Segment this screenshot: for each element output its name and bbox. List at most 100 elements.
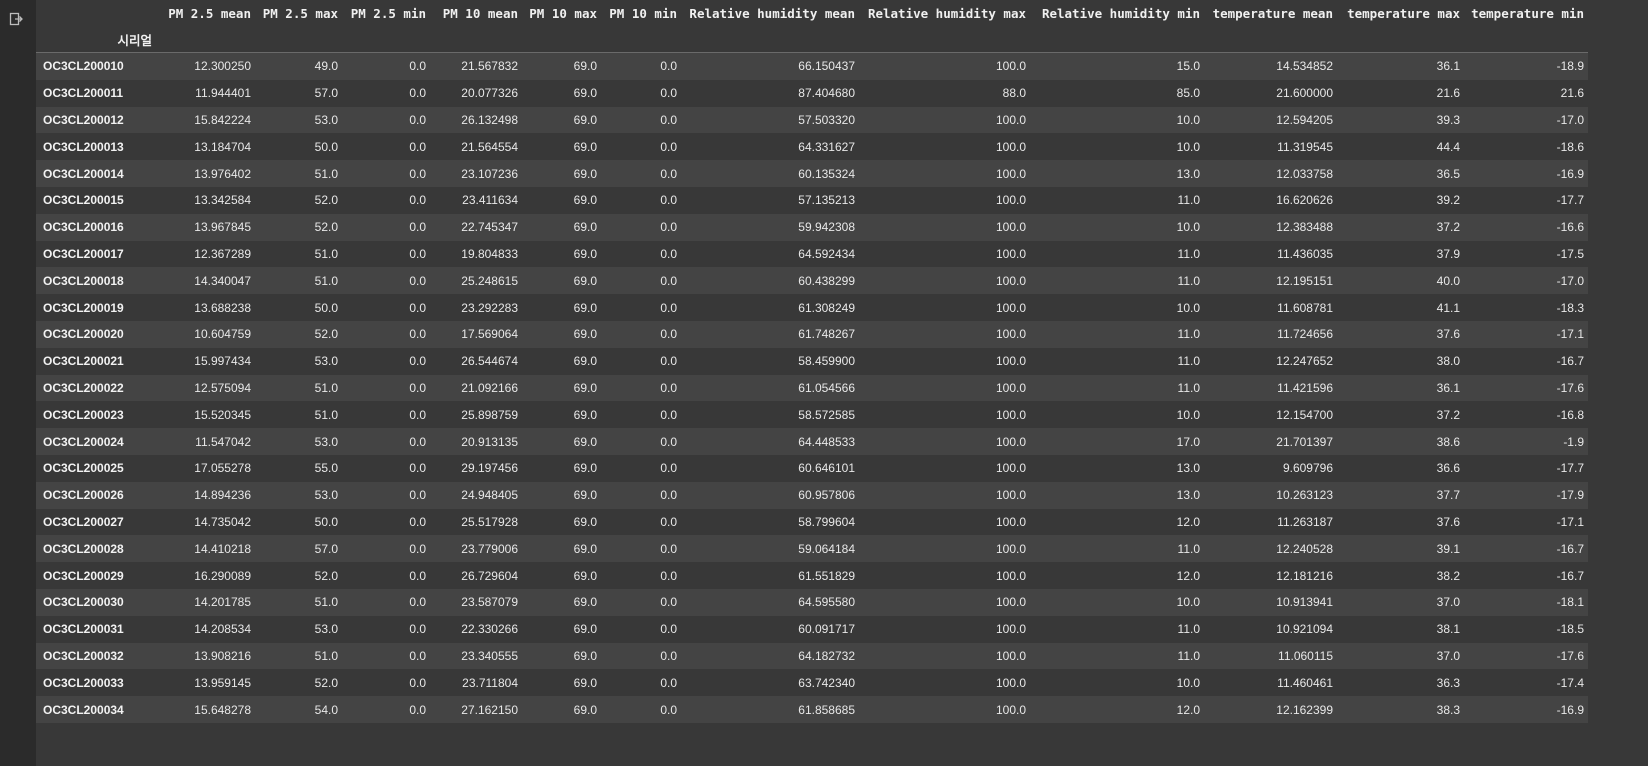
- table-cell: 61.748267: [798, 327, 855, 342]
- table-cell: 0.0: [660, 541, 677, 556]
- column-header: PM 2.5 max: [255, 0, 342, 26]
- row-index-label: OC3CL200027: [43, 514, 124, 529]
- table-cell: -18.6: [1556, 139, 1584, 154]
- table-cell: -17.5: [1556, 246, 1584, 261]
- table-row: OC3CL200026 14.894236 53.0 0.0 24.948405 69.0…: [36, 481, 1588, 509]
- index-corner-header: [36, 0, 156, 26]
- table-cell: 16.290089: [194, 568, 251, 583]
- table-cell: 36.6: [1436, 461, 1460, 476]
- dataframe-table: PM 2.5 mean PM 2.5 max PM 2.5 min PM 10 mea…: [36, 0, 1588, 723]
- index-name-spacer: [430, 26, 522, 53]
- table-cell: 0.0: [409, 488, 426, 503]
- output-cell-icon[interactable]: [9, 12, 23, 26]
- row-index-label: OC3CL200032: [43, 648, 124, 663]
- table-cell: 10.921094: [1276, 622, 1333, 637]
- table-cell: 12.0: [1176, 702, 1200, 717]
- row-index-label: OC3CL200019: [43, 300, 124, 315]
- table-cell: 61.308249: [798, 300, 855, 315]
- row-index-label: OC3CL200010: [43, 59, 124, 74]
- table-cell: 20.913135: [461, 434, 518, 449]
- table-cell: 69.0: [573, 488, 597, 503]
- row-index-label: OC3CL200034: [43, 702, 124, 717]
- table-row: OC3CL200022 12.575094 51.0 0.0 21.092166 69.0…: [36, 374, 1588, 402]
- table-cell: 69.0: [573, 112, 597, 127]
- table-cell: 100.0: [995, 112, 1026, 127]
- table-cell: 60.135324: [798, 166, 855, 181]
- table-cell: -17.0: [1556, 112, 1584, 127]
- table-cell: -16.7: [1556, 541, 1584, 556]
- table-cell: 25.898759: [461, 407, 518, 422]
- table-cell: 11.0: [1177, 380, 1200, 395]
- table-cell: 51.0: [314, 246, 338, 261]
- output-gutter: [0, 0, 36, 766]
- table-cell: 0.0: [409, 407, 426, 422]
- table-cell: 0.0: [660, 193, 677, 208]
- table-cell: 12.575094: [194, 380, 251, 395]
- table-cell: -16.6: [1556, 220, 1584, 235]
- column-header: Relative humidity min: [1030, 0, 1204, 26]
- table-cell: 57.135213: [798, 193, 855, 208]
- table-cell: 36.3: [1436, 675, 1460, 690]
- table-cell: 37.2: [1436, 407, 1460, 422]
- index-name-spacer: [342, 26, 430, 53]
- table-cell: 100.0: [995, 434, 1026, 449]
- table-cell: -17.4: [1556, 675, 1584, 690]
- table-cell: 0.0: [660, 166, 677, 181]
- table-cell: 100.0: [995, 622, 1026, 637]
- table-cell: 26.544674: [461, 354, 518, 369]
- table-cell: 0.0: [409, 139, 426, 154]
- table-cell: -17.9: [1556, 488, 1584, 503]
- table-cell: 40.0: [1436, 273, 1460, 288]
- row-index-label: OC3CL200017: [43, 246, 124, 261]
- table-cell: 60.957806: [798, 488, 855, 503]
- table-cell: 52.0: [314, 327, 338, 342]
- table-cell: 11.060115: [1278, 648, 1333, 663]
- table-cell: 11.547042: [195, 434, 251, 449]
- table-cell: 0.0: [660, 407, 677, 422]
- table-cell: 69.0: [573, 139, 597, 154]
- table-cell: 11.0: [1177, 622, 1200, 637]
- dataframe-container[interactable]: PM 2.5 mean PM 2.5 max PM 2.5 min PM 10 mea…: [36, 0, 1648, 766]
- table-cell: 11.608781: [1277, 300, 1333, 315]
- table-cell: 0.0: [409, 702, 426, 717]
- row-index-label: OC3CL200028: [43, 541, 124, 556]
- table-cell: 11.421596: [1277, 380, 1333, 395]
- table-cell: 100.0: [995, 648, 1026, 663]
- table-cell: 10.0: [1176, 112, 1200, 127]
- table-row: OC3CL200031 14.208534 53.0 0.0 22.330266 69.0…: [36, 615, 1588, 643]
- table-cell: 13.967845: [194, 220, 251, 235]
- table-cell: 13.184704: [194, 139, 251, 154]
- table-cell: 100.0: [995, 488, 1026, 503]
- table-row: OC3CL200028 14.410218 57.0 0.0 23.779006 69.0…: [36, 535, 1588, 563]
- table-cell: 21.092166: [461, 380, 518, 395]
- table-cell: 59.942308: [798, 220, 855, 235]
- table-cell: 0.0: [660, 461, 677, 476]
- column-header: Relative humidity mean: [681, 0, 859, 26]
- table-cell: 0.0: [660, 568, 677, 583]
- column-header: PM 10 mean: [430, 0, 522, 26]
- table-cell: 58.459900: [798, 354, 855, 369]
- table-cell: 55.0: [314, 461, 338, 476]
- index-name-spacer: [522, 26, 601, 53]
- notebook-output: PM 2.5 mean PM 2.5 max PM 2.5 min PM 10 mea…: [0, 0, 1648, 766]
- table-cell: 14.894236: [194, 488, 251, 503]
- table-cell: 69.0: [573, 380, 597, 395]
- table-cell: 21.564554: [461, 139, 518, 154]
- table-cell: 0.0: [660, 273, 677, 288]
- table-cell: 12.154700: [1276, 407, 1333, 422]
- table-cell: 69.0: [573, 86, 597, 101]
- table-cell: 0.0: [660, 488, 677, 503]
- index-name-spacer: [1337, 26, 1464, 53]
- table-cell: 11.944401: [195, 86, 251, 101]
- column-header: temperature max: [1337, 0, 1464, 26]
- row-index-label: OC3CL200024: [43, 434, 124, 449]
- table-cell: 0.0: [409, 622, 426, 637]
- table-cell: 64.182732: [798, 648, 855, 663]
- table-cell: 15.997434: [194, 354, 251, 369]
- table-cell: 23.411634: [462, 193, 518, 208]
- table-cell: 11.319545: [1277, 139, 1333, 154]
- table-row: OC3CL200013 13.184704 50.0 0.0 21.564554 69.0…: [36, 133, 1588, 161]
- table-cell: 12.181216: [1276, 568, 1333, 583]
- table-cell: 60.646101: [798, 461, 855, 476]
- table-row: OC3CL200016 13.967845 52.0 0.0 22.745347 69.0…: [36, 213, 1588, 241]
